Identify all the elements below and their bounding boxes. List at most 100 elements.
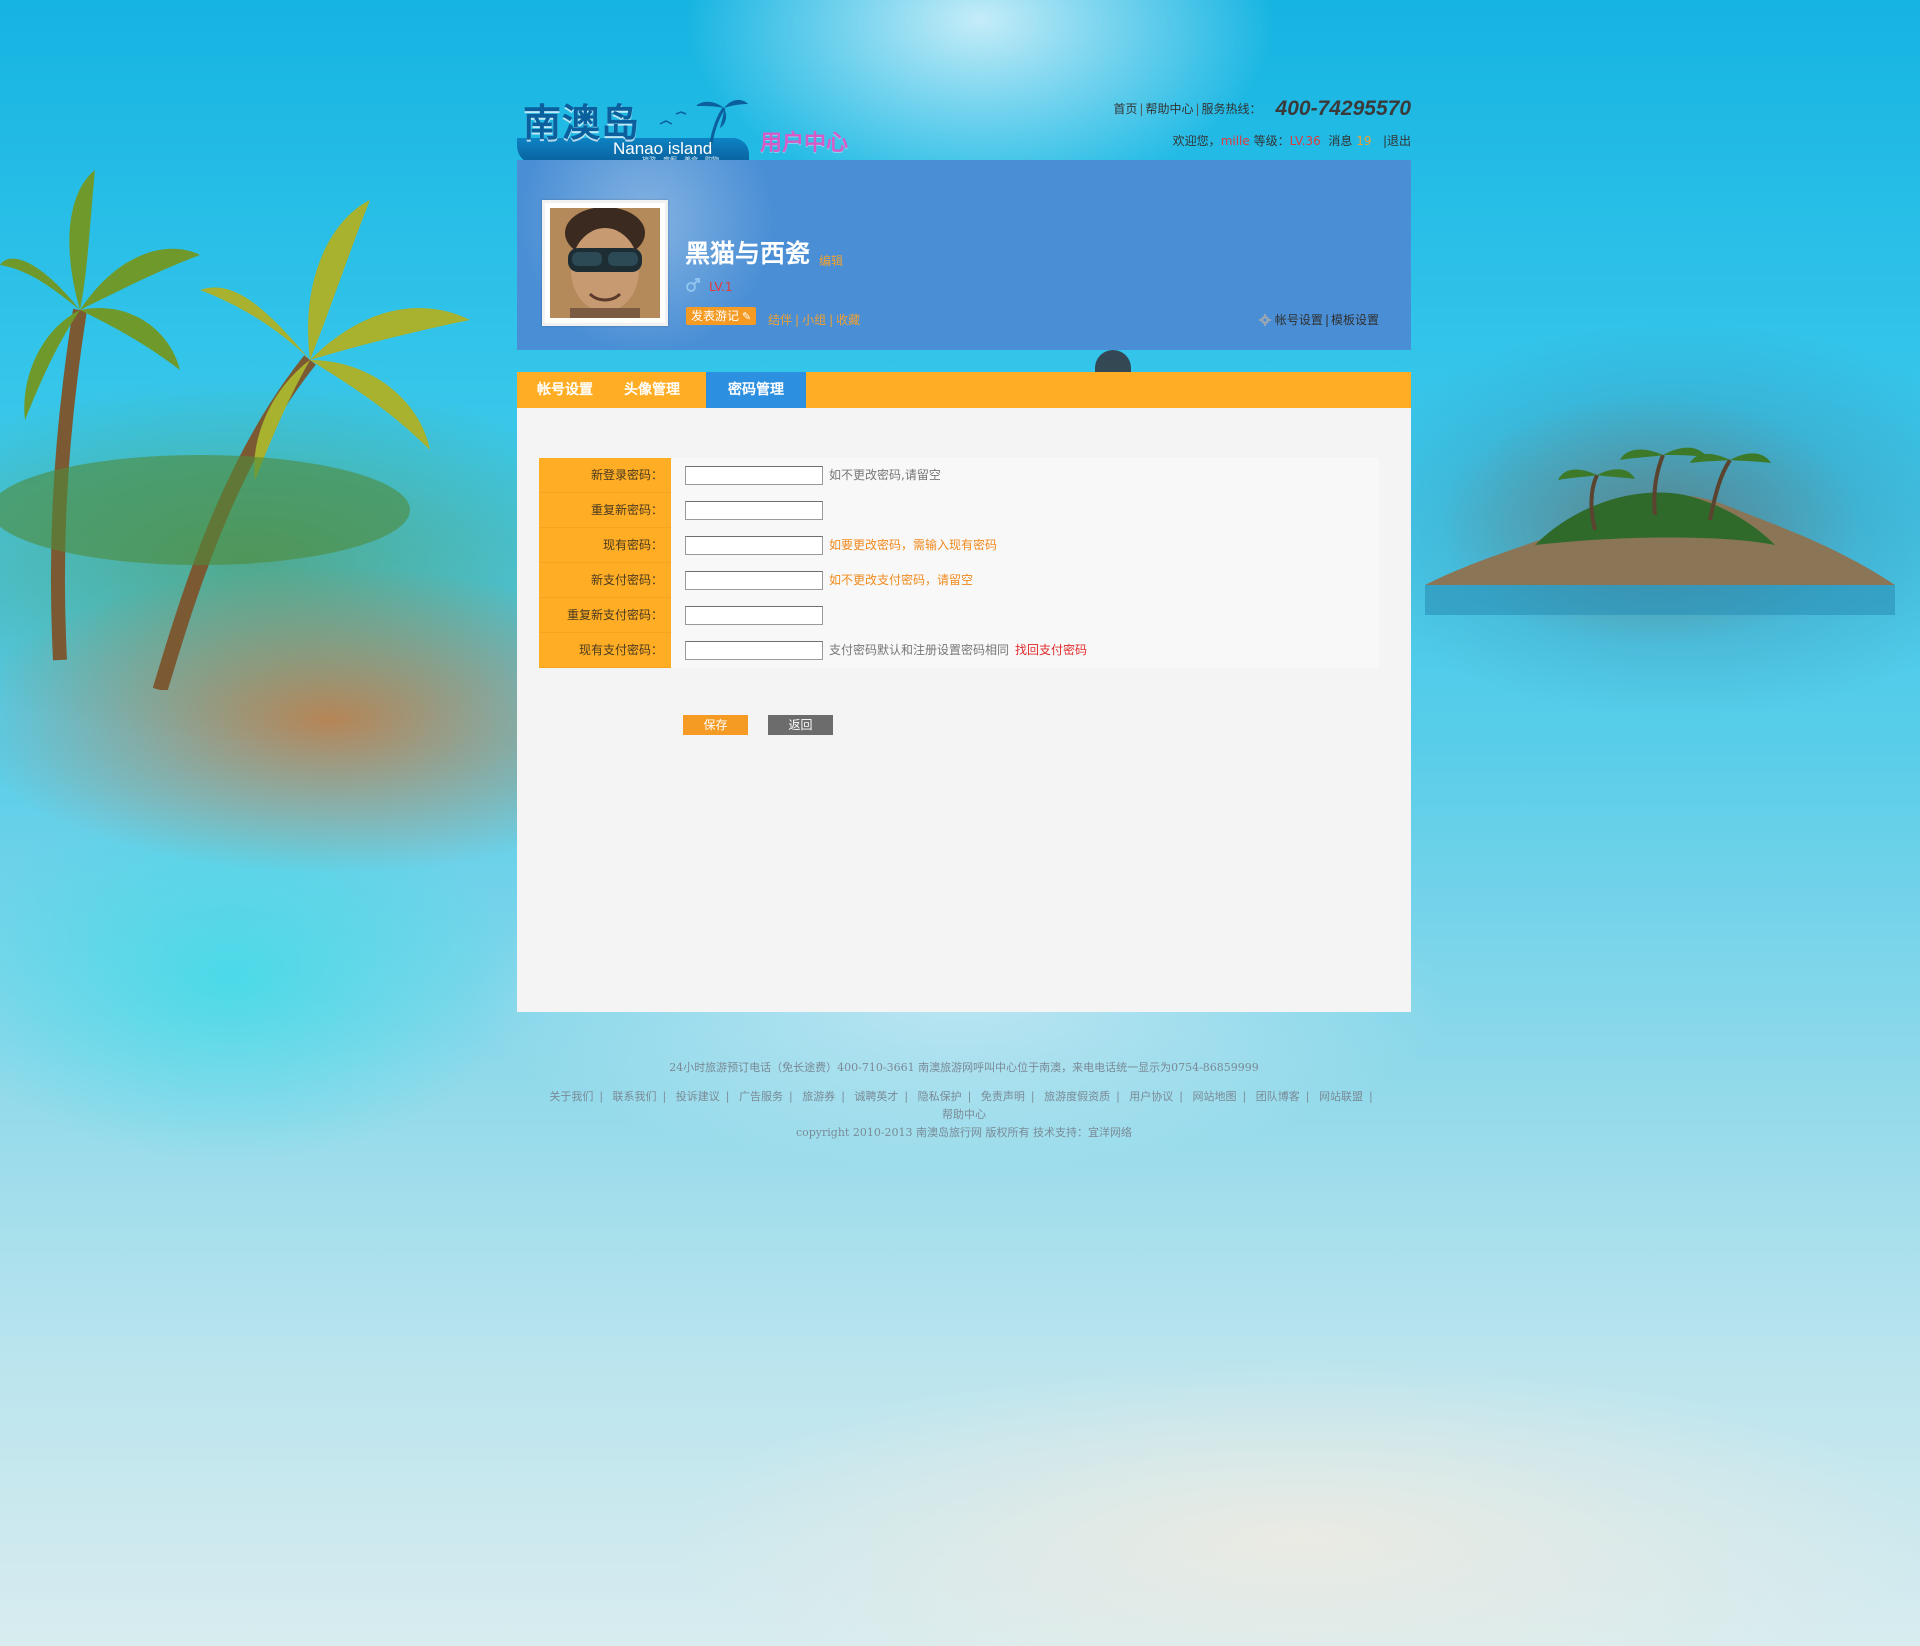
footer-link-user-agreement[interactable]: 用户协议 xyxy=(1129,1090,1173,1103)
profile-settings-links: 帐号设置 | 模板设置 xyxy=(1258,311,1379,328)
logout-link[interactable]: |退出 xyxy=(1383,134,1411,148)
user-center-page: 南澳岛 Nanao island 旅游，度假，美食，购物 用户中心 首页|帮助中… xyxy=(517,80,1411,1012)
palm-trees-illustration xyxy=(0,170,470,690)
nav-link-help[interactable]: 帮助中心 xyxy=(1145,102,1193,116)
gear-icon xyxy=(1258,314,1271,326)
message-count-badge: 19 xyxy=(1356,134,1372,148)
footer-copyright: copyright 2010-2013 南澳岛旅行网 版权所有 技术支持：宜洋网… xyxy=(795,1126,1133,1139)
pencil-icon: ✎ xyxy=(742,310,752,323)
site-footer: 24小时旅游预订电话（免长途费）400-710-3661 南澳旅游网呼叫中心位于… xyxy=(517,1059,1411,1142)
save-button[interactable]: 保存 xyxy=(683,715,748,735)
form-hint: 如要更改密码，需输入现有密码 xyxy=(829,538,998,552)
footer-separator: | xyxy=(1242,1090,1247,1103)
new-payment-password-input[interactable] xyxy=(685,571,823,590)
profile-link-favorites[interactable]: 收藏 xyxy=(836,313,860,327)
footer-separator: | xyxy=(788,1090,793,1103)
banner-gap xyxy=(517,350,1411,372)
site-header: 南澳岛 Nanao island 旅游，度假，美食，购物 用户中心 首页|帮助中… xyxy=(517,80,1411,164)
footer-link-privacy[interactable]: 隐私保护 xyxy=(918,1090,962,1103)
footer-links: 关于我们 | 联系我们 | 投诉建议 | 广告服务 | 旅游券 | 诚聘英才 | 隐私保护 |… xyxy=(517,1088,1411,1124)
hotline-number: 400-74295570 xyxy=(1275,97,1411,120)
form-hint: 如不更改密码,请留空 xyxy=(829,468,941,482)
footer-link-help[interactable]: 帮助中心 xyxy=(942,1108,986,1121)
footer-link-affiliates[interactable]: 网站联盟 xyxy=(1319,1090,1363,1103)
form-label: 新支付密码： xyxy=(539,563,671,598)
link-separator: | xyxy=(829,313,834,327)
nav-link-home[interactable]: 首页 xyxy=(1113,102,1137,116)
profile-links: 结伴 | 小组 | 收藏 xyxy=(768,311,860,328)
nav-hotline-label: 服务热线： xyxy=(1201,102,1262,116)
avatar-portrait-image xyxy=(550,208,660,318)
back-button[interactable]: 返回 xyxy=(768,715,833,735)
user-level-value: LV.36 xyxy=(1289,134,1321,148)
footer-separator: | xyxy=(1179,1090,1184,1103)
account-settings-link[interactable]: 帐号设置 xyxy=(1275,313,1323,327)
form-label: 新登录密码： xyxy=(539,458,671,493)
footer-separator: | xyxy=(725,1090,730,1103)
repeat-login-password-input[interactable] xyxy=(685,501,823,520)
background-figure-shape xyxy=(1095,350,1131,372)
footer-separator: | xyxy=(1368,1090,1373,1103)
current-payment-password-input[interactable] xyxy=(685,641,823,660)
footer-link-about[interactable]: 关于我们 xyxy=(549,1090,593,1103)
template-settings-link[interactable]: 模板设置 xyxy=(1331,313,1379,327)
form-row-new-login-password: 新登录密码： 如不更改密码,请留空 xyxy=(539,458,1379,493)
footer-separator: | xyxy=(662,1090,667,1103)
form-row-current-payment-password: 现有支付密码： 支付密码默认和注册设置密码相同 找回支付密码 xyxy=(539,633,1379,668)
form-row-current-password: 现有密码： 如要更改密码，需输入现有密码 xyxy=(539,528,1379,563)
profile-link-groups[interactable]: 小组 xyxy=(802,313,826,327)
footer-link-contact[interactable]: 联系我们 xyxy=(613,1090,657,1103)
repeat-payment-password-input[interactable] xyxy=(685,606,823,625)
username-link[interactable]: mille xyxy=(1221,134,1250,148)
link-separator: | xyxy=(795,313,800,327)
male-gender-icon xyxy=(686,278,700,292)
password-form-panel: 新登录密码： 如不更改密码,请留空 重复新密码： 现有密码： 如要更改密码，需输… xyxy=(517,408,1411,1012)
footer-link-feedback[interactable]: 投诉建议 xyxy=(676,1090,720,1103)
tab-password-management[interactable]: 密码管理 xyxy=(706,372,806,408)
post-travelogue-label: 发表游记 xyxy=(691,309,740,323)
current-password-input[interactable] xyxy=(685,536,823,555)
footer-phone-line: 24小时旅游预订电话（免长途费）400-710-3661 南澳旅游网呼叫中心位于… xyxy=(669,1061,1259,1074)
welcome-prefix: 欢迎您， xyxy=(1172,134,1221,148)
form-label: 现有支付密码： xyxy=(539,633,671,668)
form-hint: 如不更改支付密码，请留空 xyxy=(829,573,974,587)
settings-tabs: 帐号设置 头像管理 密码管理 xyxy=(517,372,1411,408)
avatar xyxy=(550,208,660,318)
footer-separator: | xyxy=(1030,1090,1035,1103)
link-separator: | xyxy=(1324,313,1329,327)
footer-separator: | xyxy=(1305,1090,1310,1103)
profile-banner: 黑猫与西瓷 编辑 LV.1 发表游记 ✎ 结伴 | 小组 | 收藏 帐号设置 | 模板设置 xyxy=(517,160,1411,350)
new-login-password-input[interactable] xyxy=(685,466,823,485)
profile-display-name: 黑猫与西瓷 xyxy=(685,239,811,268)
footer-separator: | xyxy=(841,1090,845,1103)
form-hint: 支付密码默认和注册设置密码相同 xyxy=(829,643,1010,657)
tab-avatar-management[interactable]: 头像管理 xyxy=(622,372,682,408)
footer-separator: | xyxy=(904,1090,909,1103)
footer-link-sitemap[interactable]: 网站地图 xyxy=(1193,1090,1237,1103)
top-nav: 首页 | 帮助中心 | 服务热线： 400-74295570 xyxy=(1113,97,1411,121)
form-hint-with-link: 支付密码默认和注册设置密码相同 找回支付密码 xyxy=(829,633,1087,667)
footer-link-vouchers[interactable]: 旅游券 xyxy=(802,1090,835,1103)
footer-separator: | xyxy=(967,1090,972,1103)
post-travelogue-button[interactable]: 发表游记 ✎ xyxy=(686,307,757,325)
tab-account-settings[interactable]: 帐号设置 xyxy=(535,372,595,408)
form-row-repeat-payment-password: 重复新支付密码： xyxy=(539,598,1379,633)
island-illustration xyxy=(1425,447,1895,615)
recover-payment-password-link[interactable]: 找回支付密码 xyxy=(1015,643,1087,657)
form-row-new-payment-password: 新支付密码： 如不更改支付密码，请留空 xyxy=(539,563,1379,598)
profile-link-companions[interactable]: 结伴 xyxy=(768,313,792,327)
messages-label: 消息 xyxy=(1328,134,1353,148)
messages-link[interactable]: 消息 19 xyxy=(1328,134,1371,148)
footer-link-qualification[interactable]: 旅游度假资质 xyxy=(1044,1090,1110,1103)
edit-profile-link[interactable]: 编辑 xyxy=(819,252,843,269)
footer-link-team-blog[interactable]: 团队博客 xyxy=(1256,1090,1300,1103)
footer-link-careers[interactable]: 诚聘英才 xyxy=(854,1090,898,1103)
form-label: 重复新支付密码： xyxy=(539,598,671,633)
nav-separator: | xyxy=(1195,102,1200,116)
level-label: 等级： xyxy=(1253,134,1290,148)
footer-link-disclaimer[interactable]: 免责声明 xyxy=(981,1090,1025,1103)
password-form: 新登录密码： 如不更改密码,请留空 重复新密码： 现有密码： 如要更改密码，需输… xyxy=(539,458,1379,668)
footer-link-ads[interactable]: 广告服务 xyxy=(739,1090,783,1103)
avatar-frame[interactable] xyxy=(542,200,668,326)
profile-level: LV.1 xyxy=(709,280,733,294)
